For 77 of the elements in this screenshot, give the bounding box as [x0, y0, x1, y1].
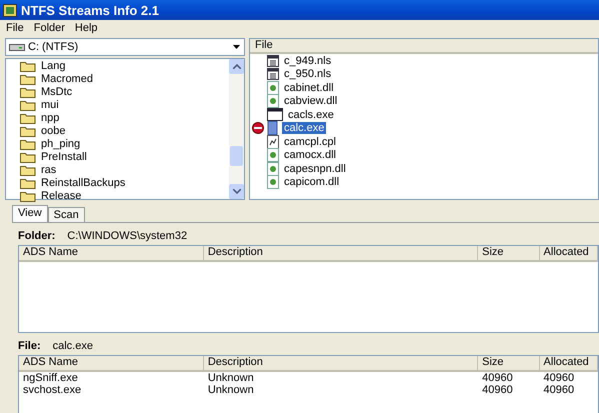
folder-label: Folder: — [18, 230, 56, 242]
column-header[interactable]: Allocated — [540, 246, 598, 260]
table-cell: Unknown — [208, 372, 254, 384]
tree-node[interactable]: ras — [41, 164, 56, 176]
calendar-icon — [267, 54, 279, 68]
folder-path: C:\WINDOWS\system32 — [67, 230, 188, 242]
file-name: calc.exe — [52, 340, 93, 352]
folder-icon — [20, 60, 36, 72]
folder-icon — [20, 150, 36, 162]
folder-icon — [20, 112, 36, 124]
file-item[interactable]: camcpl.cpl — [282, 136, 338, 148]
file-item[interactable]: capesnpn.dll — [282, 162, 348, 175]
tab[interactable]: View — [12, 205, 48, 222]
file-item[interactable]: cabview.dll — [282, 95, 340, 108]
folder-icon — [20, 164, 36, 176]
menu-item[interactable]: Help — [70, 22, 102, 34]
scrollbar[interactable] — [229, 59, 244, 199]
folder-icon — [20, 124, 36, 136]
app-icon — [3, 4, 17, 16]
column-header[interactable]: Description — [204, 246, 478, 260]
folder-icon — [20, 98, 36, 110]
dll-file-icon — [267, 175, 279, 190]
column-header[interactable]: ADS Name — [19, 356, 204, 370]
file-item[interactable]: cacls.exe — [286, 108, 336, 121]
folder-icon — [20, 138, 36, 150]
column-header[interactable]: Size — [478, 246, 540, 260]
column-header[interactable]: File — [250, 39, 598, 54]
scroll-thumb[interactable] — [230, 146, 243, 166]
file-icon — [267, 121, 279, 136]
table-cell: Unknown — [208, 384, 254, 396]
file-item[interactable]: capicom.dll — [282, 176, 342, 188]
calendar-icon — [267, 67, 279, 82]
file-label: File: — [18, 340, 41, 352]
tree-node[interactable]: npp — [41, 112, 60, 124]
window-title: NTFS Streams Info 2.1 — [21, 2, 159, 18]
table-cell: 40960 — [544, 372, 574, 384]
column-header[interactable]: ADS Name — [19, 246, 204, 260]
file-item[interactable]: cabinet.dll — [282, 82, 336, 94]
table-cell: ngSniff.exe — [23, 372, 78, 384]
folder-icon — [20, 72, 36, 84]
dll-file-icon — [267, 94, 279, 108]
table-cell: svchost.exe — [23, 384, 82, 396]
tree-node[interactable]: Macromed — [41, 72, 93, 84]
folder-icon — [20, 190, 36, 202]
column-header[interactable]: Allocated — [540, 356, 598, 370]
column-header[interactable]: Description — [204, 356, 478, 370]
menu-item[interactable]: Folder — [30, 22, 69, 34]
tree-node[interactable]: mui — [41, 98, 59, 110]
table-cell: 40960 — [482, 384, 513, 396]
table-cell: 40960 — [482, 372, 513, 384]
chart-file-icon — [267, 134, 279, 149]
tree-node[interactable]: oobe — [41, 124, 66, 136]
file-item[interactable]: camocx.dll — [282, 149, 338, 162]
caret-icon — [233, 45, 240, 49]
drive-icon — [9, 43, 25, 51]
window-icon — [267, 108, 283, 122]
tree-node[interactable]: ReinstallBackups — [41, 176, 126, 188]
drive-dropdown[interactable]: C: (NTFS) — [5, 38, 245, 56]
tree-node[interactable]: Lang — [41, 60, 66, 72]
tree-node[interactable]: MsDtc — [41, 86, 72, 98]
tree-node[interactable]: ph_ping — [41, 138, 80, 150]
file-item[interactable]: calc.exe — [282, 122, 326, 134]
tree-node[interactable]: Release — [41, 190, 82, 202]
file-item[interactable]: c_950.nls — [282, 68, 334, 80]
table-cell: 40960 — [544, 384, 574, 396]
menu-item[interactable]: File — [2, 22, 28, 34]
folder-icon — [20, 86, 36, 98]
tree-node[interactable]: PreInstall — [41, 150, 87, 162]
scroll-down-icon — [232, 189, 240, 194]
dll-file-icon — [267, 162, 279, 176]
file-item[interactable]: c_949.nls — [282, 54, 334, 67]
folder-icon — [20, 176, 36, 188]
tab[interactable]: Scan — [48, 207, 85, 222]
dll-file-icon — [267, 148, 279, 162]
dll-file-icon — [267, 80, 279, 95]
column-header[interactable]: Size — [478, 356, 540, 370]
scroll-up-icon — [232, 64, 240, 69]
